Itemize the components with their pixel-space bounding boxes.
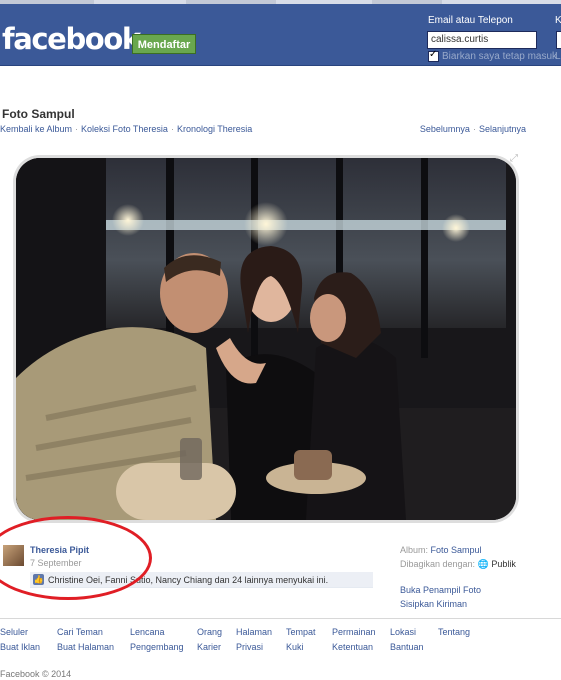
breadcrumb-back-to-album[interactable]: Kembali ke Album <box>0 124 72 134</box>
footer-link-about[interactable]: Tentang <box>438 627 470 637</box>
open-photo-viewer-link[interactable]: Buka Penampil Foto <box>400 585 481 595</box>
footer-link-games[interactable]: Permainan <box>332 627 376 637</box>
breadcrumb-photo-collection[interactable]: Koleksi Foto Theresia <box>81 124 168 134</box>
photo-image <box>16 158 516 520</box>
email-input[interactable]: calissa.curtis <box>427 31 537 49</box>
footer-link-developers[interactable]: Pengembang <box>130 642 184 652</box>
footer-link-help[interactable]: Bantuan <box>390 642 424 652</box>
copyright: Facebook © 2014 <box>0 669 72 679</box>
album-link[interactable]: Foto Sampul <box>431 545 482 555</box>
footer-link-find-friends[interactable]: Cari Teman <box>57 627 103 637</box>
embed-post-link[interactable]: Sisipkan Kiriman <box>400 599 467 609</box>
privacy-value[interactable]: Publik <box>491 559 516 569</box>
expand-icon[interactable]: ⤢ <box>510 153 518 164</box>
previous-link[interactable]: Sebelumnya <box>420 124 470 134</box>
page-title: Foto Sampul <box>2 107 75 121</box>
footer-link-cookies[interactable]: Kuki <box>286 642 304 652</box>
footer-link-people[interactable]: Orang <box>197 627 222 637</box>
album-label: Album: <box>400 545 429 555</box>
keep-logged-in-checkbox[interactable] <box>428 49 439 62</box>
open-photo-viewer-label: Buka Penampil Foto <box>400 585 482 595</box>
forgot-password-link[interactable]: L <box>555 51 561 62</box>
footer-divider <box>0 618 561 619</box>
album-row: Album: Foto Sampul <box>400 545 482 555</box>
signup-button[interactable]: Mendaftar <box>132 34 196 54</box>
facebook-logo[interactable]: facebook <box>2 22 141 56</box>
footer-link-locations[interactable]: Lokasi <box>390 627 416 637</box>
footer-link-pages[interactable]: Halaman <box>236 627 272 637</box>
footer-link-mobile[interactable]: Seluler <box>0 627 28 637</box>
footer-link-terms[interactable]: Ketentuan <box>332 642 373 652</box>
footer-link-create-page[interactable]: Buat Halaman <box>57 642 114 652</box>
nav-separator: · <box>472 124 476 134</box>
next-link[interactable]: Selanjutnya <box>479 124 526 134</box>
photo-nav: Sebelumnya · Selanjutnya <box>420 124 526 134</box>
keep-logged-in-label: Biarkan saya tetap masuk <box>442 51 558 62</box>
keep-logged-in[interactable]: Biarkan saya tetap masuk <box>428 49 558 62</box>
email-label: Email atau Telepon <box>428 15 513 26</box>
footer-link-privacy[interactable]: Privasi <box>236 642 263 652</box>
footer-link-places[interactable]: Tempat <box>286 627 316 637</box>
breadcrumb: Kembali ke Album · Koleksi Foto Theresia · K… <box>0 124 252 134</box>
breadcrumb-separator: · <box>75 124 79 134</box>
breadcrumb-timeline[interactable]: Kronologi Theresia <box>177 124 252 134</box>
globe-icon: 🌐 <box>477 559 489 569</box>
top-bar: facebook Mendaftar Email atau Telepon K … <box>0 4 561 66</box>
password-label: K <box>555 15 561 26</box>
footer-link-create-ad[interactable]: Buat Iklan <box>0 642 40 652</box>
cover-photo[interactable] <box>16 158 516 520</box>
footer-link-badges[interactable]: Lencana <box>130 627 165 637</box>
shared-label: Dibagikan dengan: <box>400 559 476 569</box>
shared-row: Dibagikan dengan: 🌐 Publik <box>400 559 516 570</box>
embed-post-label: Sisipkan Kiriman <box>400 599 468 609</box>
breadcrumb-separator: · <box>170 124 174 134</box>
footer-link-careers[interactable]: Karier <box>197 642 221 652</box>
password-input[interactable] <box>556 31 561 49</box>
